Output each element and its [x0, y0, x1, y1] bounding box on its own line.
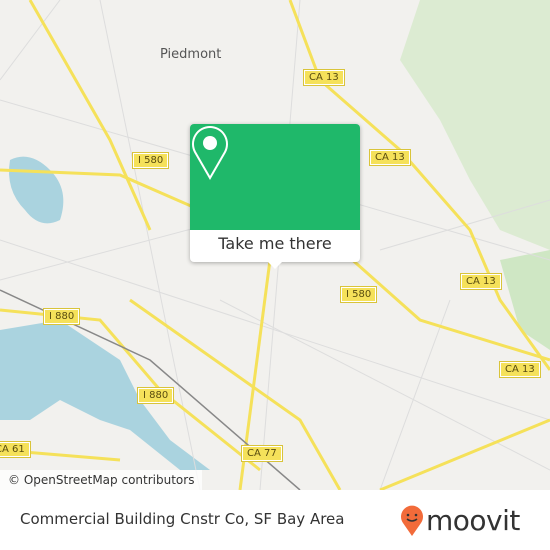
place-label: Piedmont: [160, 47, 222, 62]
park-area: [400, 0, 550, 250]
map[interactable]: Piedmont CA 13 CA 13 CA 13 CA 13 I 580 I…: [0, 0, 550, 490]
highway-shield: I 880: [42, 308, 81, 325]
footer: Commercial Building Cnstr Co, SF Bay Are…: [0, 490, 550, 550]
highway-shield: I 580: [131, 152, 170, 169]
popup-header: [190, 124, 360, 230]
highway-shield: CA 13: [303, 69, 345, 86]
popup-pointer: [267, 261, 283, 269]
logo-text: moovit: [426, 504, 520, 537]
destination-popup[interactable]: Take me there: [190, 124, 360, 269]
highway-shield: I 880: [136, 387, 175, 404]
map-pin-icon: [192, 126, 228, 180]
highway-shield: CA 61: [0, 441, 31, 458]
highway-shield: CA 13: [460, 273, 502, 290]
highway-shield: CA 13: [369, 149, 411, 166]
take-me-there-button[interactable]: Take me there: [190, 230, 360, 262]
lake: [9, 156, 64, 224]
highway-shield: CA 77: [241, 445, 283, 462]
moovit-pin-icon: [401, 505, 423, 536]
map-attribution[interactable]: © OpenStreetMap contributors: [0, 470, 203, 490]
location-title: Commercial Building Cnstr Co, SF Bay Are…: [20, 510, 345, 528]
estuary: [0, 320, 210, 470]
highway-shield: CA 13: [499, 361, 541, 378]
highway-shield: I 580: [339, 286, 378, 303]
moovit-logo[interactable]: moovit: [400, 504, 520, 537]
